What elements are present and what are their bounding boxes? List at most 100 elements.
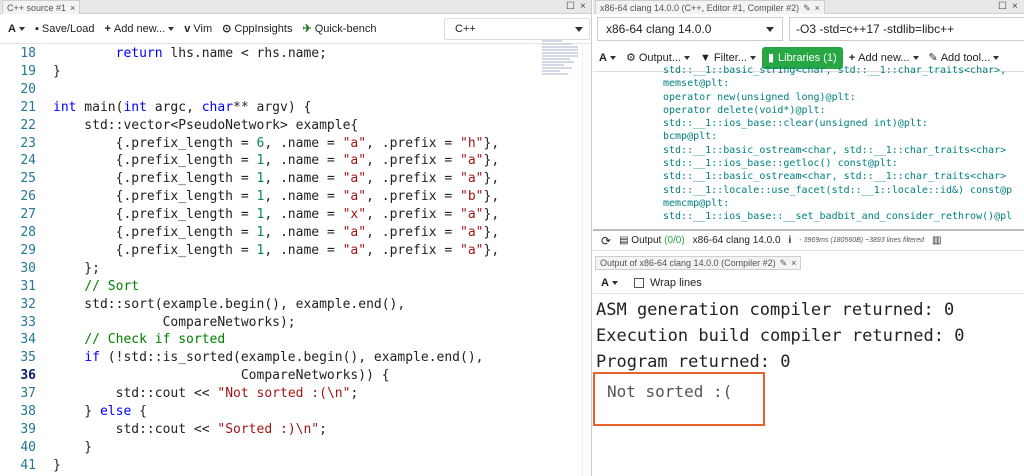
language-select[interactable]: C++ <box>444 18 590 40</box>
asm-line[interactable]: memset@plt: <box>593 77 1024 90</box>
vim-icon: v <box>184 22 191 35</box>
compiler-select[interactable]: x86-64 clang 14.0.0 <box>597 17 783 41</box>
save-load-button[interactable]: ▪ Save/Load <box>31 18 99 40</box>
asm-line[interactable]: memcmp@plt: <box>593 197 1024 210</box>
vertical-scrollbar[interactable] <box>582 45 592 476</box>
code-line[interactable]: 40 } <box>0 439 540 457</box>
cppinsights-button[interactable]: ⊙ CppInsights <box>218 18 296 40</box>
asm-line[interactable]: std::__1::basic_string<char, std::__1::c… <box>593 64 1024 77</box>
code-line[interactable]: 26 {.prefix_length = 1, .name = "a", .pr… <box>0 188 540 206</box>
asm-line[interactable]: std::__1::ios_base::clear(unsigned int)@… <box>593 117 1024 130</box>
close-icon[interactable]: × <box>70 2 75 14</box>
asm-line[interactable]: operator new(unsigned long)@plt: <box>593 91 1024 104</box>
asm-line[interactable]: std::__1::locale::use_facet(std::__1::lo… <box>593 184 1024 197</box>
tab-output[interactable]: Output of x86-64 clang 14.0.0 (Compiler … <box>595 256 802 270</box>
line-number: 23 <box>20 135 36 151</box>
close-icon[interactable]: × <box>791 257 796 269</box>
code-line[interactable]: 24 {.prefix_length = 1, .name = "a", .pr… <box>0 152 540 170</box>
line-number: 29 <box>20 242 36 258</box>
asm-line[interactable]: operator delete(void*)@plt: <box>593 104 1024 117</box>
code-line[interactable]: 36 CompareNetworks)) { <box>0 367 540 385</box>
font-size-label: A <box>599 51 607 64</box>
code-line[interactable]: 27 {.prefix_length = 1, .name = "x", .pr… <box>0 206 540 224</box>
close-pane-icon[interactable]: × <box>1012 0 1018 14</box>
asm-line[interactable]: std::__1::basic_ostream<char, std::__1::… <box>593 170 1024 183</box>
stdout-highlight-box: Not sorted :( <box>593 372 765 426</box>
code-line[interactable]: 30 }; <box>0 260 540 278</box>
close-icon[interactable]: × <box>815 2 820 14</box>
code-line[interactable]: 41} <box>0 457 540 475</box>
asm-line[interactable]: std::__1::ios_base::getloc() const@plt: <box>593 157 1024 170</box>
quickbench-label: Quick-bench <box>314 22 377 35</box>
asm-line[interactable]: std::__1::basic_ostream<char, std::__1::… <box>593 144 1024 157</box>
code-line[interactable]: 22 std::vector<PseudoNetwork> example{ <box>0 117 540 135</box>
code-text: {.prefix_length = 1, .name = "a", .prefi… <box>53 225 500 240</box>
wrap-lines-toggle[interactable]: Wrap lines <box>630 272 706 294</box>
minimap[interactable] <box>542 40 582 100</box>
code-text: } <box>53 457 61 473</box>
tab-compiler[interactable]: x86-64 clang 14.0.0 (C++, Editor #1, Com… <box>595 0 825 14</box>
maximize-icon[interactable]: ☐ <box>998 0 1007 14</box>
edit-icon[interactable]: ✎ <box>803 2 811 14</box>
wrap-lines-label: Wrap lines <box>649 276 702 289</box>
code-line[interactable]: 29 {.prefix_length = 1, .name = "a", .pr… <box>0 242 540 260</box>
asm-line[interactable]: bcmp@plt: <box>593 130 1024 143</box>
code-line[interactable]: 28 {.prefix_length = 1, .name = "a", .pr… <box>0 224 540 242</box>
vim-label: Vim <box>193 22 213 35</box>
compiler-select-label: x86-64 clang 14.0.0 <box>606 22 712 36</box>
code-line[interactable]: 37 std::cout << "Not sorted :(\n"; <box>0 385 540 403</box>
code-line[interactable]: 39 std::cout << "Sorted :)\n"; <box>0 421 540 439</box>
code-line[interactable]: 21 int main(int argc, char** argv) { <box>0 99 540 117</box>
output-line: ASM generation compiler returned: 0 <box>596 300 955 320</box>
status-compiler-name: x86-64 clang 14.0.0 <box>692 235 781 246</box>
asm-line[interactable]: std::__1::ios_base::__set_badbit_and_con… <box>593 210 1024 223</box>
vim-button[interactable]: v Vim <box>180 18 216 40</box>
maximize-icon[interactable]: ☐ <box>566 0 575 14</box>
edit-icon[interactable]: ✎ <box>780 257 788 269</box>
code-line[interactable]: 18 return lhs.name < rhs.name; <box>0 45 540 63</box>
code-line[interactable]: 20 <box>0 81 540 99</box>
code-text: std::sort(example.begin(), example.end()… <box>53 296 406 312</box>
code-line[interactable]: 23 {.prefix_length = 6, .name = "a", .pr… <box>0 135 540 153</box>
font-size-label: A <box>8 22 16 35</box>
code-text: int main(int argc, char** argv) { <box>53 99 312 115</box>
plus-icon: + <box>848 51 856 64</box>
output-label: Output <box>631 235 662 246</box>
add-new-button[interactable]: + Add new... <box>100 18 178 40</box>
line-number: 37 <box>20 386 36 402</box>
close-pane-icon[interactable]: × <box>580 0 586 14</box>
chevron-down-icon <box>18 26 25 31</box>
code-line[interactable]: 19} <box>0 63 540 81</box>
code-line[interactable]: 38 } else { <box>0 403 540 421</box>
code-text: std::cout << "Not sorted :(\n"; <box>53 386 359 402</box>
save-load-label: Save/Load <box>41 22 95 35</box>
quickbench-button[interactable]: ✈ Quick-bench <box>298 18 380 40</box>
source-toolbar: A ▪ Save/Load + Add new... v Vim ⊙ CppIn… <box>0 14 591 44</box>
code-editor[interactable]: 18 return lhs.name < rhs.name; 19} 20 21 int… <box>0 45 540 476</box>
refresh-icon[interactable]: ⟳ <box>601 234 611 248</box>
code-line[interactable]: 35 if (!std::is_sorted(example.begin(), … <box>0 349 540 367</box>
chart-icon[interactable]: ▥ <box>932 235 941 246</box>
info-icon[interactable]: i <box>789 235 792 246</box>
compiler-options-input[interactable]: -O3 -std=c++17 -stdlib=libc++ <box>789 17 1024 41</box>
cppinsights-icon: ⊙ <box>222 23 232 35</box>
code-line[interactable]: 25 {.prefix_length = 1, .name = "a", .pr… <box>0 170 540 188</box>
checkbox[interactable] <box>633 277 644 288</box>
font-size-button[interactable]: A <box>4 18 29 40</box>
quickbench-icon: ✈ <box>302 23 312 35</box>
code-line[interactable]: 32 std::sort(example.begin(), example.en… <box>0 296 540 314</box>
line-number: 38 <box>20 404 36 419</box>
line-number: 32 <box>20 296 36 312</box>
line-number: 21 <box>20 99 36 115</box>
output-button[interactable]: ▤ Output (0/0) <box>619 235 685 246</box>
code-line[interactable]: 33 CompareNetworks); <box>0 314 540 332</box>
tab-source[interactable]: C++ source #1 × <box>2 0 81 14</box>
code-line[interactable]: 31 // Sort <box>0 278 540 296</box>
assembly-output[interactable]: std::__1::basic_string<char, std::__1::c… <box>593 64 1024 230</box>
output-line: Program returned: 0 <box>596 352 791 372</box>
line-number: 26 <box>20 189 36 205</box>
chevron-down-icon <box>575 26 583 32</box>
code-text: {.prefix_length = 1, .name = "a", .prefi… <box>53 189 500 205</box>
font-size-button[interactable]: A <box>597 272 622 294</box>
code-line[interactable]: 34 // Check if sorted <box>0 331 540 349</box>
